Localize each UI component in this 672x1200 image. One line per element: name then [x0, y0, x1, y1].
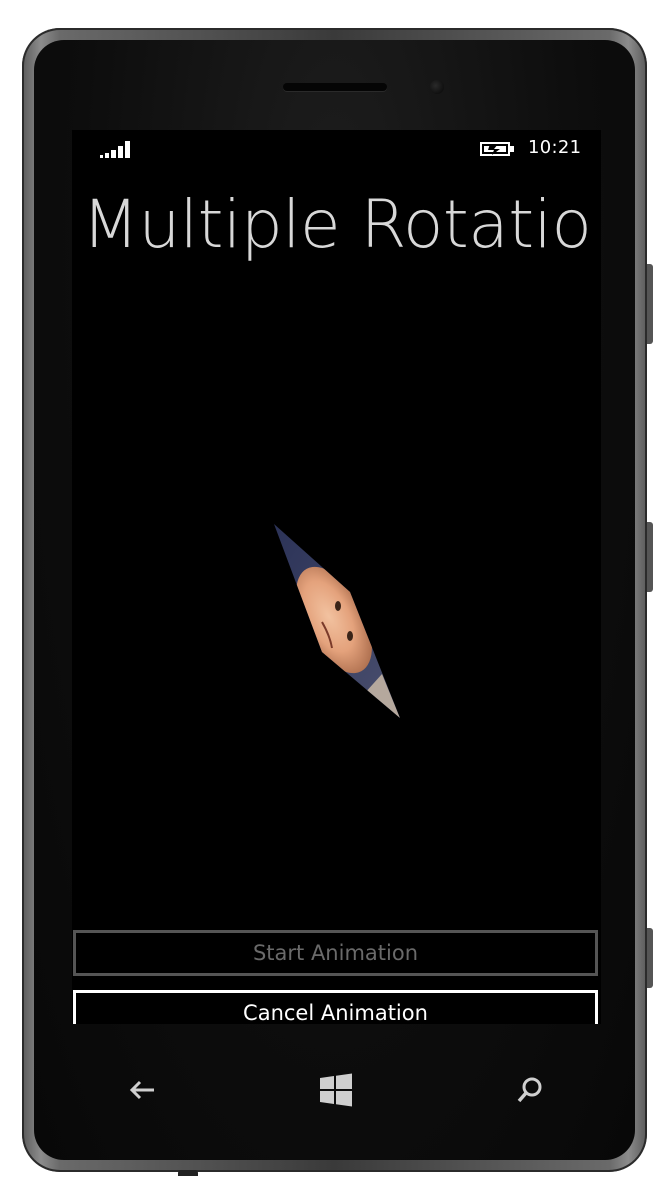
- search-icon[interactable]: [510, 1070, 550, 1110]
- back-arrow-icon[interactable]: [122, 1070, 162, 1110]
- start-animation-button[interactable]: Start Animation: [73, 930, 598, 976]
- status-bar: 10:21: [72, 130, 601, 166]
- power-button: [647, 522, 653, 592]
- phone-screen: 10:21 Multiple Rotatio Start Animation C…: [72, 130, 601, 1024]
- camera-button: [647, 928, 653, 988]
- windows-logo-icon[interactable]: [316, 1070, 356, 1110]
- front-camera: [430, 80, 444, 94]
- bottom-port: [178, 1170, 198, 1176]
- earpiece-speaker: [283, 83, 387, 91]
- navigation-bar: [72, 1048, 601, 1128]
- status-time: 10:21: [528, 137, 582, 158]
- battery-charging-icon: [480, 142, 514, 156]
- signal-strength-icon: [100, 141, 130, 158]
- page-title: Multiple Rotatio: [82, 186, 592, 263]
- volume-button: [647, 264, 653, 344]
- phone-frame: 10:21 Multiple Rotatio Start Animation C…: [22, 28, 653, 1176]
- cancel-animation-button[interactable]: Cancel Animation: [73, 990, 598, 1024]
- rotating-face-image: [274, 524, 400, 718]
